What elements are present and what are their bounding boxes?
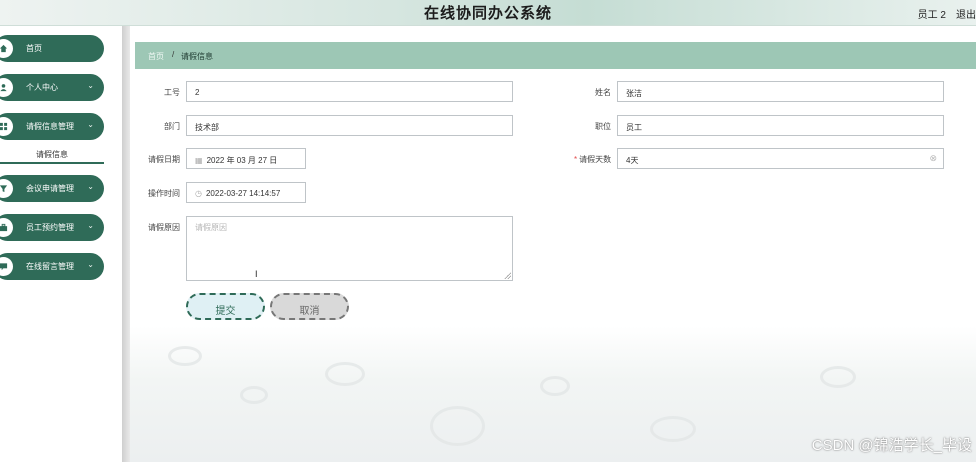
sidebar-item-label: 首页 (26, 44, 42, 53)
sidebar-item-label: 会议申请管理 (26, 184, 74, 193)
leave-days-label: * 请假天数 (574, 154, 611, 165)
sidebar-item-label: 请假信息管理 (26, 122, 74, 131)
chevron-down-icon: ⌄ (87, 182, 94, 191)
sidebar-item-label: 在线留言管理 (26, 262, 74, 271)
breadcrumb-home-link[interactable]: 首页 (148, 51, 164, 62)
briefcase-icon (0, 218, 13, 237)
sidebar-item-label: 员工预约管理 (26, 223, 74, 232)
sidebar-item-label: 个人中心 (26, 83, 58, 92)
department-input[interactable]: 技术部 (186, 115, 513, 136)
employee-no-label: 工号 (164, 88, 180, 97)
leave-reason-textarea[interactable]: 请假原因 (186, 216, 513, 281)
top-bar: 在线协同办公系统 员工 2 退出 (0, 0, 976, 26)
department-value: 技术部 (195, 123, 219, 132)
leave-date-value: 2022 年 03 月 27 日 (206, 156, 278, 165)
clock-icon: ◷ (195, 189, 202, 198)
watermark: CSDN @锦浩学长_毕设 (811, 437, 972, 454)
chevron-down-icon: ⌄ (87, 120, 94, 129)
chevron-down-icon: ⌄ (87, 260, 94, 269)
app-title: 在线协同办公系统 (423, 5, 552, 22)
leave-date-label: 请假日期 (148, 155, 180, 164)
breadcrumb-current: 请假信息 (181, 52, 213, 61)
name-label: 姓名 (595, 88, 611, 97)
position-input[interactable]: 员工 (617, 115, 944, 136)
sidebar: 首页 个人中心 ⌄ 请假信息管理 ⌄ 请假信息 会议申请管理 ⌄ 员工预约管理 … (0, 26, 122, 462)
leave-reason-label: 请假原因 (148, 223, 180, 232)
employee-no-input[interactable]: 2 (186, 81, 513, 102)
chevron-down-icon: ⌄ (87, 221, 94, 230)
breadcrumb-separator: / (172, 50, 175, 59)
leave-reason-placeholder: 请假原因 (195, 223, 227, 232)
main-content: 首页 / 请假信息 工号 2 姓名 张洁 部门 技术部 职位 员工 请假日期 ▦… (130, 26, 976, 462)
required-marker: * (574, 155, 578, 164)
position-label: 职位 (595, 122, 611, 131)
cancel-button[interactable]: 取消 (270, 293, 349, 320)
sidebar-divider (122, 26, 130, 462)
employee-no-value: 2 (195, 88, 200, 97)
department-label: 部门 (164, 122, 180, 131)
calendar-icon: ▦ (195, 156, 203, 165)
resize-handle[interactable] (504, 272, 511, 279)
submit-button[interactable]: 提交 (186, 293, 265, 320)
name-input[interactable]: 张洁 (617, 81, 944, 102)
message-icon (0, 257, 13, 276)
funnel-icon (0, 179, 13, 198)
sidebar-item-meeting-management[interactable]: 会议申请管理 ⌄ (0, 175, 104, 202)
user-icon (0, 78, 13, 97)
chevron-down-icon: ⌄ (87, 81, 94, 90)
leave-days-value: 4天 (626, 156, 639, 165)
sidebar-item-personal-center[interactable]: 个人中心 ⌄ (0, 74, 104, 101)
text-cursor-icon: I (255, 269, 258, 279)
name-value: 张洁 (626, 89, 642, 98)
current-user-name: 员工 2 (917, 10, 946, 21)
clear-icon[interactable]: ⊗ (929, 153, 937, 164)
home-icon (0, 39, 13, 58)
leave-date-picker[interactable]: ▦ 2022 年 03 月 27 日 (186, 148, 306, 169)
sidebar-item-message-management[interactable]: 在线留言管理 ⌄ (0, 253, 104, 280)
breadcrumb: 首页 / 请假信息 (135, 42, 976, 69)
operation-time-picker[interactable]: ◷ 2022-03-27 14:14:57 (186, 182, 306, 203)
operation-time-label: 操作时间 (148, 189, 180, 198)
sidebar-item-appointment-management[interactable]: 员工预约管理 ⌄ (0, 214, 104, 241)
operation-time-value: 2022-03-27 14:14:57 (205, 189, 281, 198)
logout-link[interactable]: 退出 (956, 6, 976, 21)
leave-days-label-text: 请假天数 (579, 155, 612, 164)
sidebar-item-home[interactable]: 首页 (0, 35, 104, 62)
position-value: 员工 (626, 123, 642, 132)
grid-icon (0, 117, 13, 136)
sidebar-subitem-leave-info[interactable]: 请假信息 (0, 146, 104, 164)
sidebar-item-leave-management[interactable]: 请假信息管理 ⌄ (0, 113, 104, 140)
leave-days-input[interactable]: 4天 ⊗ (617, 148, 944, 169)
